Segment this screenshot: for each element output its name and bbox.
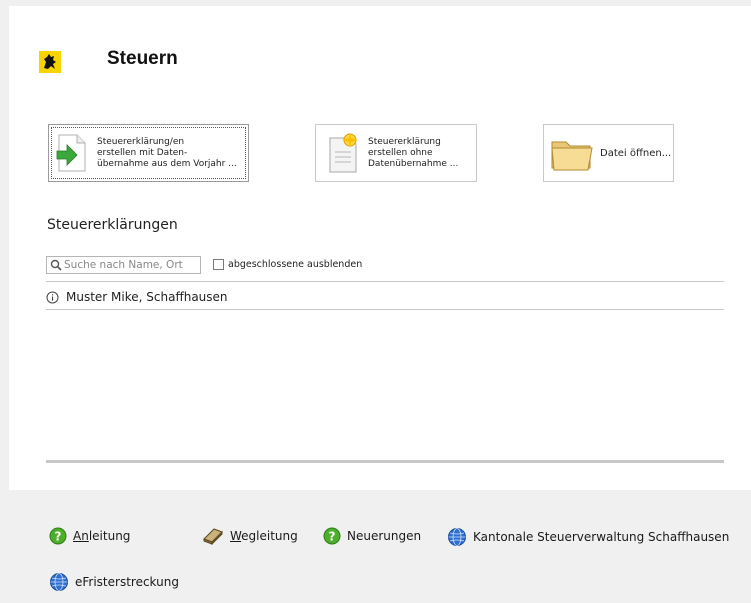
section-title: Steuererklärungen — [47, 217, 178, 233]
document-arrow-icon — [55, 133, 89, 173]
open-file-button[interactable]: Datei öffnen... — [543, 124, 674, 182]
link-label: Kantonale Steuerverwaltung Schaffhausen — [473, 530, 730, 544]
list-item[interactable]: Muster Mike, Schaffhausen — [46, 286, 724, 308]
search-input[interactable] — [62, 259, 196, 271]
hide-completed-label: abgeschlossene ausblenden — [228, 259, 363, 270]
hide-completed-checkbox[interactable] — [213, 259, 224, 270]
search-field[interactable] — [46, 256, 201, 274]
svg-text:?: ? — [329, 530, 336, 544]
help-icon: ? — [323, 527, 341, 545]
kantonale-steuerverwaltung-link[interactable]: Kantonale Steuerverwaltung Schaffhausen — [447, 527, 729, 547]
neuerungen-link[interactable]: ? Neuerungen — [323, 527, 421, 545]
main-panel — [9, 6, 751, 490]
anleitung-link[interactable]: ? Anleitung — [49, 527, 130, 545]
list-bottom-divider — [46, 460, 724, 463]
create-with-transfer-button[interactable]: Steuererklärung/en erstellen mit Daten- … — [48, 124, 249, 182]
globe-icon — [49, 572, 69, 592]
list-top-divider — [46, 281, 724, 282]
hide-completed-toggle[interactable]: abgeschlossene ausblenden — [213, 259, 362, 270]
action-label: Steuererklärung erstellen ohne Datenüber… — [368, 136, 459, 169]
link-accelerator: An — [73, 529, 89, 543]
page-title: Steuern — [107, 48, 178, 69]
help-icon: ? — [49, 527, 67, 545]
list-row-divider — [46, 309, 724, 310]
folder-icon — [550, 134, 594, 172]
book-icon — [202, 527, 224, 545]
list-item-label: Muster Mike, Schaffhausen — [66, 290, 228, 304]
canton-logo-icon — [39, 51, 61, 73]
new-document-icon — [326, 132, 360, 174]
action-label: Steuererklärung/en erstellen mit Daten- … — [97, 136, 237, 169]
wegleitung-link[interactable]: Wegleitung — [202, 527, 298, 545]
efristerstreckung-link[interactable]: eFristerstreckung — [49, 572, 179, 592]
info-icon — [46, 291, 59, 304]
link-label: egleitung — [241, 529, 298, 543]
action-label: Datei öffnen... — [600, 147, 672, 159]
svg-text:?: ? — [55, 530, 62, 544]
globe-icon — [447, 527, 467, 547]
link-label: leitung — [88, 529, 131, 543]
link-accelerator: W — [230, 529, 242, 543]
link-label: eFristerstreckung — [75, 575, 179, 589]
link-label: Neuerungen — [347, 529, 422, 543]
search-icon — [50, 259, 62, 271]
create-without-transfer-button[interactable]: Steuererklärung erstellen ohne Datenüber… — [315, 124, 477, 182]
